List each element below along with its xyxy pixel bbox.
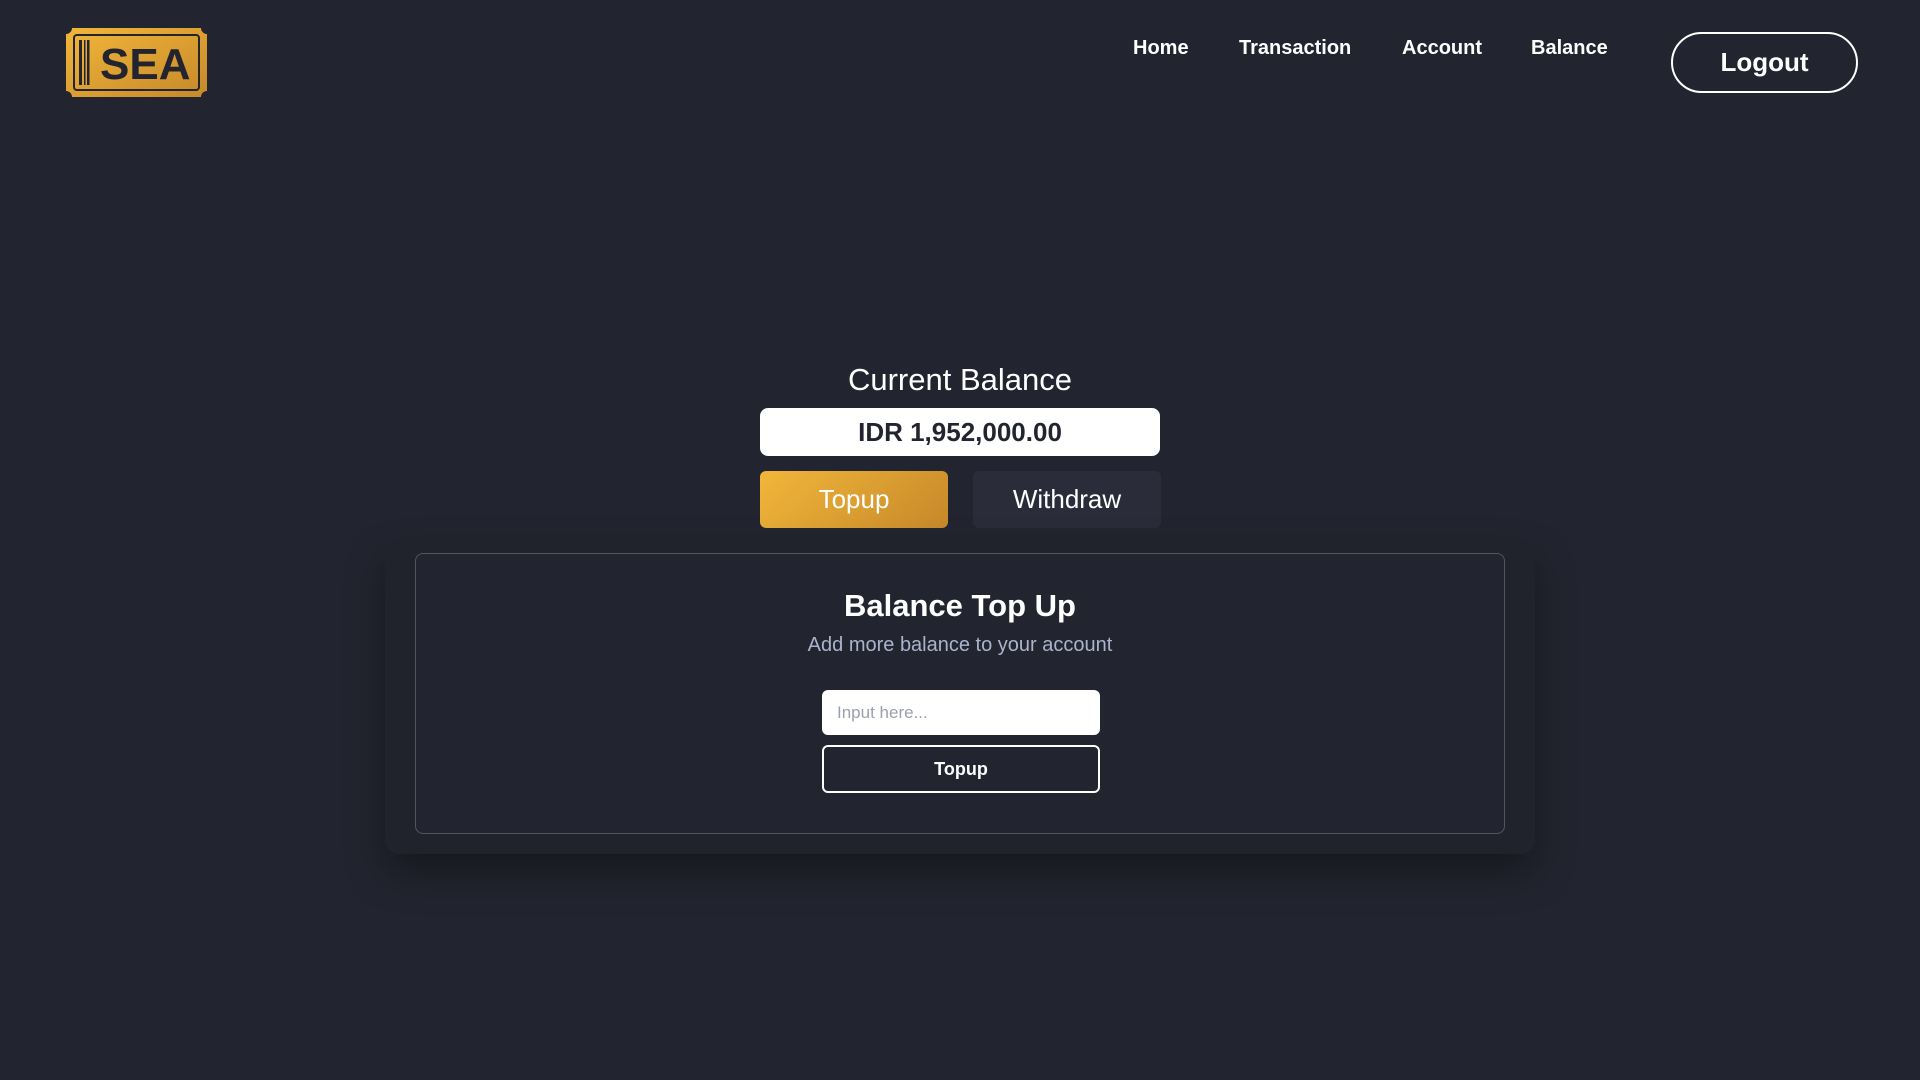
topup-card-subtitle: Add more balance to your account [807,634,1113,656]
nav-account-link[interactable]: Account [1402,33,1482,63]
topup-amount-input[interactable] [822,690,1100,735]
logout-button[interactable]: Logout [1671,32,1858,93]
nav-home-link[interactable]: Home [1133,33,1189,63]
sea-logo[interactable]: SEA [62,24,211,101]
current-balance-amount: IDR 1,952,000.00 [760,408,1160,456]
topup-card: Balance Top Up Add more balance to your … [415,553,1505,834]
topup-tab-button[interactable]: Topup [760,471,948,528]
ticket-logo-icon: SEA [62,28,211,97]
withdraw-tab-button[interactable]: Withdraw [973,471,1161,528]
topup-card-title: Balance Top Up [844,588,1076,623]
site-header: SEA Home Transaction Account Balance Log… [0,0,1920,125]
nav-balance-link[interactable]: Balance [1531,33,1608,63]
nav-transaction-link[interactable]: Transaction [1239,33,1351,63]
svg-text:SEA: SEA [100,40,190,89]
topup-submit-button[interactable]: Topup [822,745,1100,793]
current-balance-title: Current Balance [847,362,1072,397]
